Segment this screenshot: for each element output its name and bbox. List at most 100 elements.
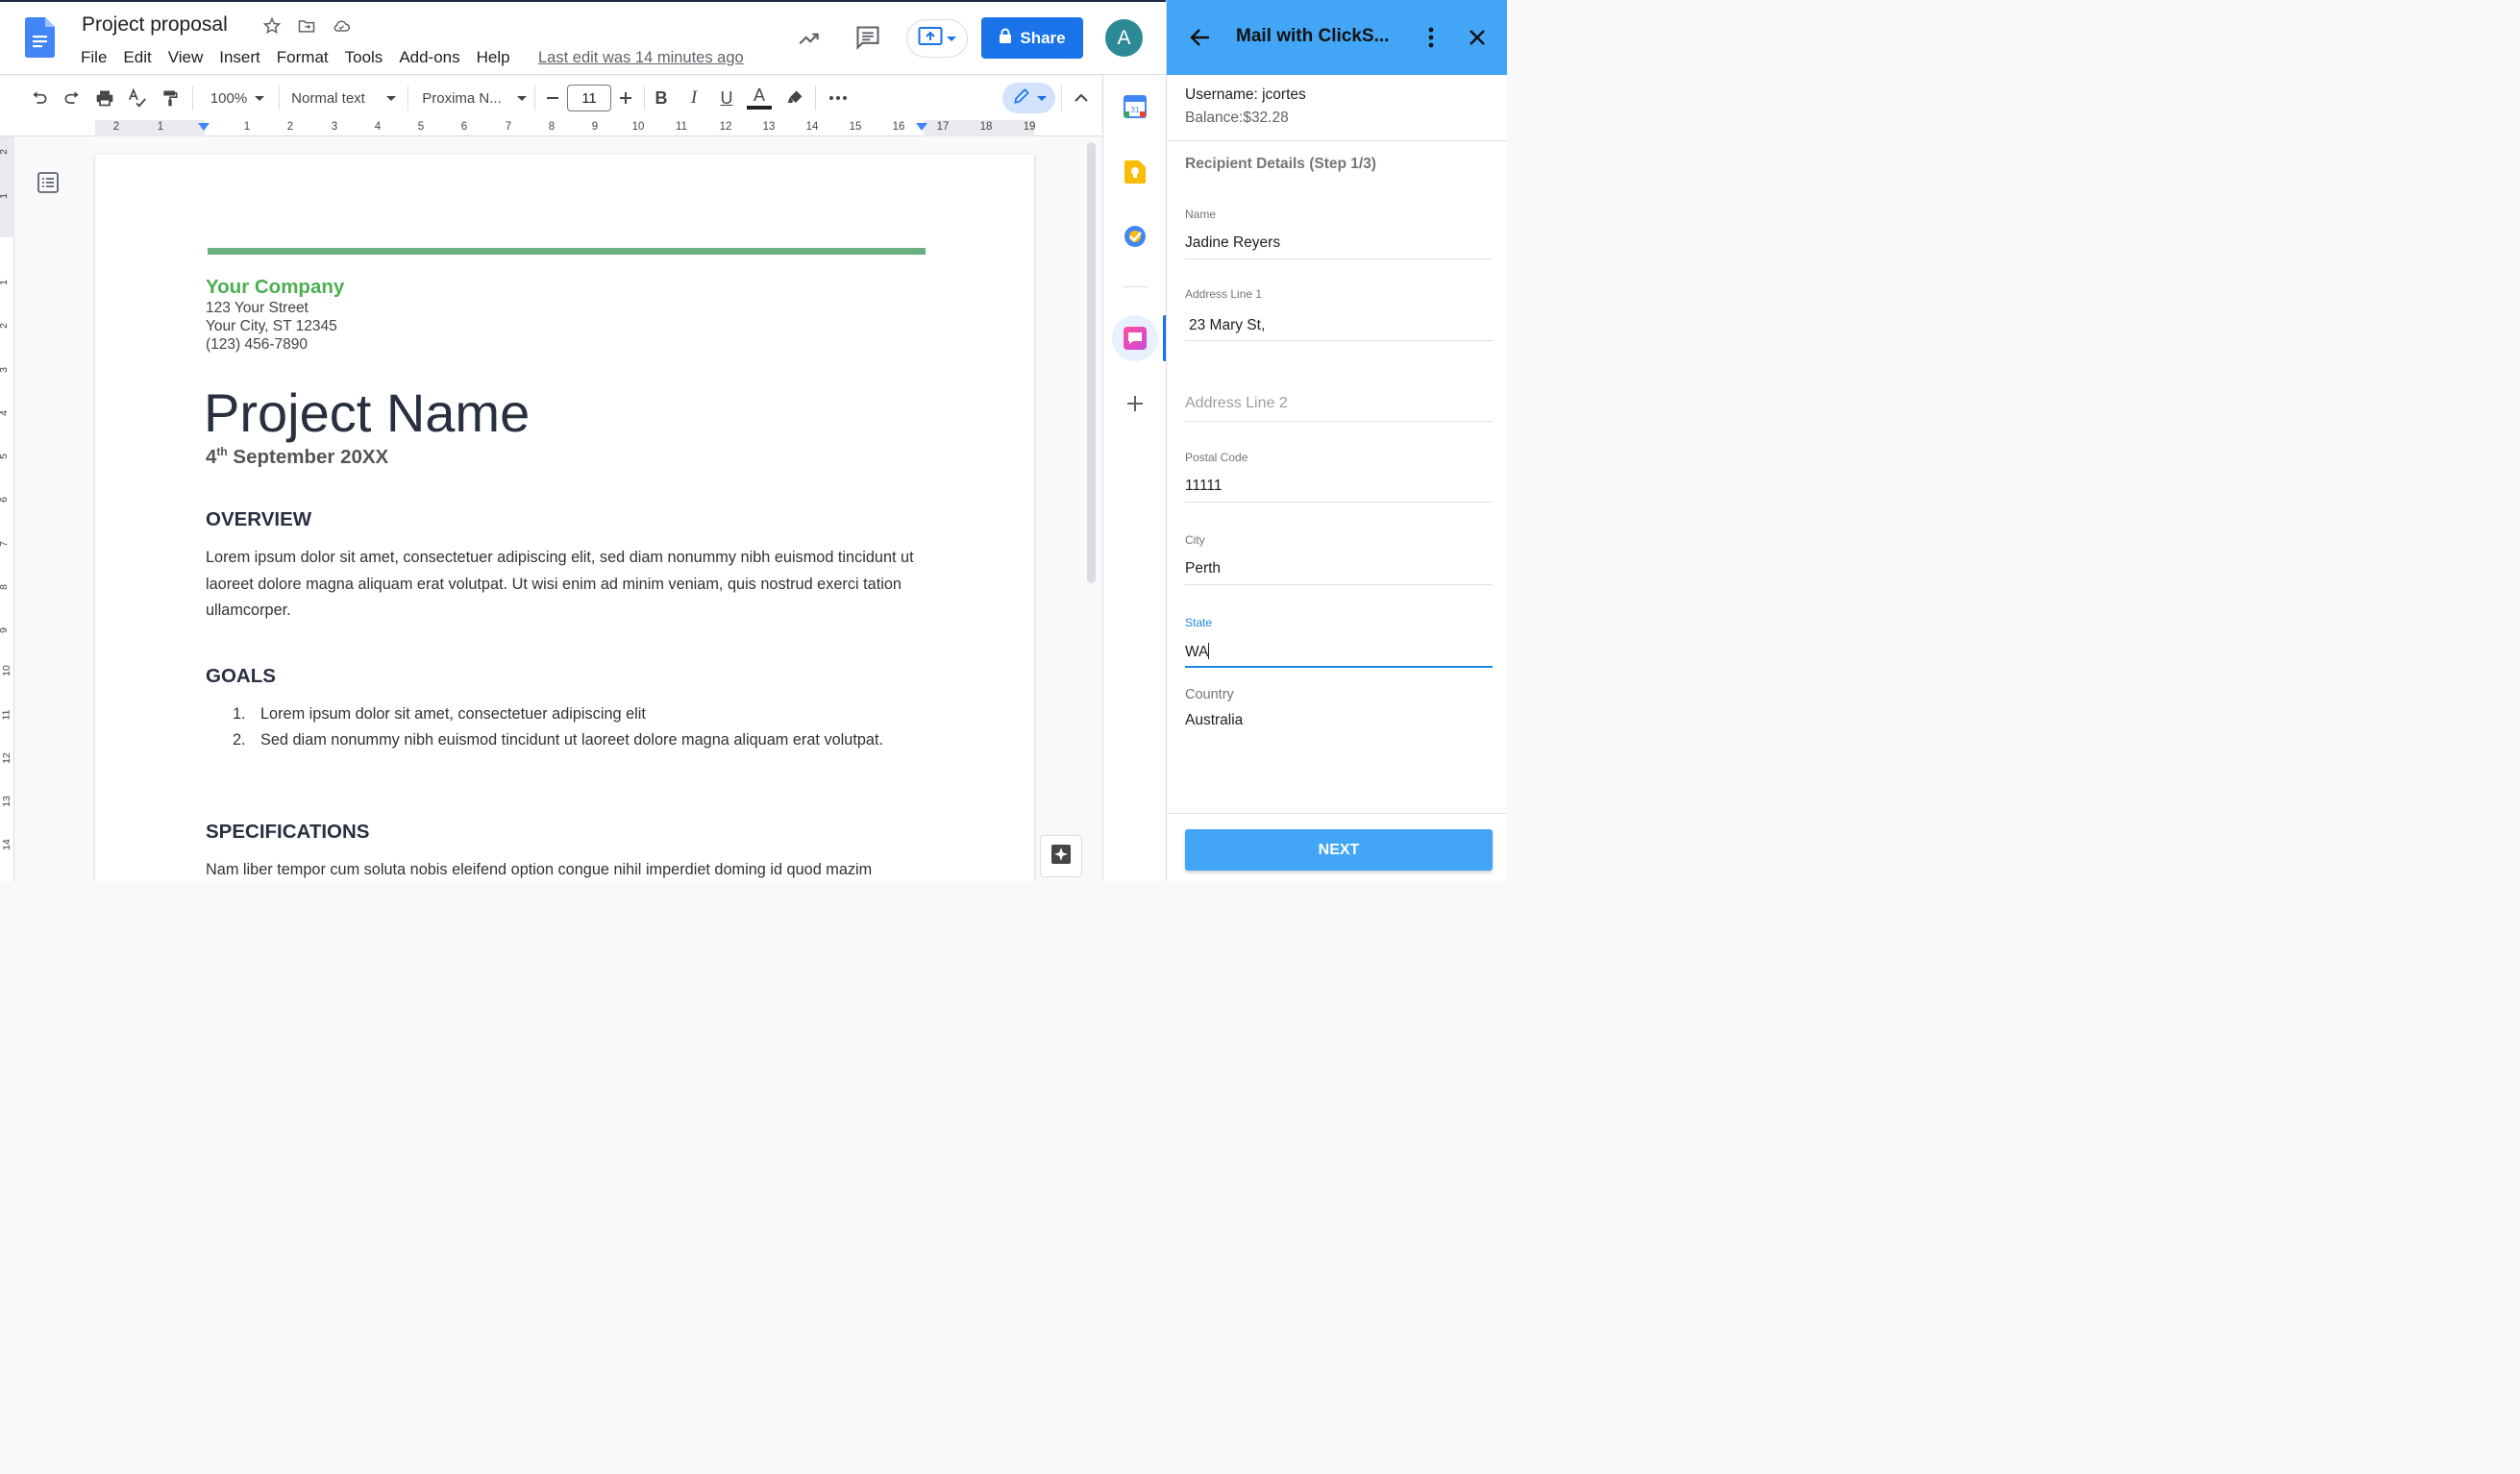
highlighter-icon[interactable] (782, 84, 807, 112)
kebab-menu-icon[interactable] (1419, 25, 1444, 50)
ruler-label: 2 (0, 323, 10, 329)
star-icon[interactable] (261, 15, 283, 37)
menu-addons[interactable]: Add-ons (399, 48, 467, 67)
address-line-1-field[interactable]: 23 Mary St, (1189, 317, 1265, 334)
field-underline (1185, 258, 1493, 259)
redo-icon[interactable] (60, 84, 85, 112)
font-family-select[interactable]: Proxima N... (419, 84, 530, 112)
present-button[interactable] (906, 19, 968, 58)
ruler-label: 12 (719, 121, 732, 133)
add-icon[interactable] (1123, 391, 1148, 416)
menu-edit[interactable]: Edit (123, 48, 159, 67)
italic-button[interactable]: I (682, 84, 705, 112)
ruler-label: 15 (849, 121, 862, 133)
pencil-icon (1012, 86, 1031, 111)
docs-header: Project proposal File Edit View Insert F… (0, 2, 1166, 75)
country-select[interactable]: Australia (1185, 712, 1243, 729)
panel-divider (1167, 813, 1507, 814)
plus-icon (620, 92, 631, 104)
name-field[interactable]: Jadine Reyers (1185, 234, 1280, 252)
decrease-font-size-button[interactable] (540, 84, 565, 112)
menu-view[interactable]: View (168, 48, 211, 67)
document-title[interactable]: Project proposal (82, 13, 228, 37)
toolbar-divider (644, 86, 645, 111)
text-color-swatch (747, 106, 772, 110)
clicksend-icon[interactable] (1123, 326, 1148, 351)
undo-icon[interactable] (27, 84, 52, 112)
menu-file[interactable]: File (81, 48, 114, 67)
menu-help[interactable]: Help (477, 48, 518, 67)
outline-icon[interactable] (37, 171, 60, 199)
project-name-heading: Project Name (204, 382, 531, 443)
ruler-label: 7 (505, 121, 512, 133)
share-button[interactable]: Share (981, 17, 1083, 59)
toolbar-divider (192, 86, 193, 111)
document-scrollbar[interactable] (1087, 142, 1096, 583)
chevron-down-icon (1036, 95, 1047, 101)
right-indent-marker[interactable] (916, 123, 927, 131)
ruler-label: 2 (286, 121, 294, 133)
avatar[interactable]: A (1105, 19, 1143, 57)
city-field[interactable]: Perth (1185, 560, 1221, 577)
font-family-value: Proxima N... (422, 89, 502, 107)
activity-trend-icon[interactable] (796, 25, 823, 52)
chevron-down-icon (385, 95, 396, 101)
keep-icon[interactable] (1123, 160, 1148, 184)
document-page[interactable]: Your Company 123 Your Street Your City, … (95, 155, 1034, 881)
ruler-scale: 2 1 1 2 3 4 5 6 7 8 9 10 11 12 13 14 15 … (95, 120, 1035, 136)
move-to-folder-icon[interactable] (296, 15, 317, 37)
ruler-label: 6 (460, 121, 468, 133)
overview-heading: OVERVIEW (206, 508, 312, 530)
calendar-icon[interactable]: 31 (1123, 94, 1148, 119)
ruler-label: 2 (0, 149, 10, 155)
zoom-value: 100% (210, 89, 248, 107)
collapse-icon[interactable] (1069, 84, 1094, 112)
state-label: State (1185, 616, 1213, 629)
print-icon[interactable] (92, 84, 117, 112)
docs-logo-icon[interactable] (25, 17, 55, 58)
cloud-saved-icon[interactable] (331, 15, 352, 37)
close-icon[interactable] (1465, 25, 1490, 50)
postal-code-label: Postal Code (1185, 451, 1248, 464)
menu-tools[interactable]: Tools (345, 48, 391, 67)
ruler-label: 10 (631, 121, 645, 133)
font-size-input[interactable]: 11 (567, 85, 611, 111)
zoom-select[interactable]: 100% (204, 84, 271, 112)
menu-format[interactable]: Format (277, 48, 336, 67)
ruler-label: 1 (243, 121, 251, 133)
ruler-label: 3 (331, 121, 338, 133)
underline-button[interactable]: U (715, 84, 738, 112)
paint-format-icon[interactable] (158, 84, 183, 112)
ruler-label: 14 (0, 839, 12, 850)
share-label: Share (1020, 28, 1066, 47)
spellcheck-icon[interactable] (125, 84, 150, 112)
left-indent-marker[interactable] (198, 123, 210, 131)
menubar: File Edit View Insert Format Tools Add-o… (81, 48, 527, 67)
ruler-label: 9 (0, 627, 10, 633)
address-line-2-field[interactable]: Address Line 2 (1185, 395, 1288, 412)
postal-code-field[interactable]: 11111 (1185, 478, 1223, 495)
svg-text:31: 31 (1131, 106, 1140, 114)
bold-button[interactable]: B (650, 84, 673, 112)
tasks-icon[interactable] (1123, 224, 1148, 249)
editing-mode-select[interactable] (1002, 83, 1055, 113)
ruler-label: 4 (0, 410, 10, 416)
paragraph-style-select[interactable]: Normal text (288, 84, 399, 112)
horizontal-ruler[interactable]: 2 1 1 2 3 4 5 6 7 8 9 10 11 12 13 14 15 … (0, 120, 1101, 136)
text-color-button[interactable]: A (746, 84, 773, 112)
back-arrow-icon[interactable] (1188, 25, 1213, 50)
company-street: 123 Your Street (206, 300, 309, 316)
next-button[interactable]: NEXT (1185, 829, 1493, 871)
goals-heading: GOALS (206, 665, 276, 687)
comments-icon[interactable] (853, 23, 882, 52)
more-icon[interactable] (825, 84, 852, 112)
menu-insert[interactable]: Insert (219, 48, 268, 67)
field-underline (1185, 584, 1493, 585)
state-field[interactable]: WA (1185, 643, 1210, 661)
ruler-label: 8 (0, 584, 10, 590)
last-edit-link[interactable]: Last edit was 14 minutes ago (538, 49, 744, 67)
ruler-label: 12 (0, 752, 12, 764)
explore-button[interactable] (1040, 835, 1082, 877)
vertical-ruler[interactable]: 2 1 1 2 3 4 5 6 7 8 9 10 11 12 13 14 (0, 136, 14, 881)
increase-font-size-button[interactable] (613, 84, 638, 112)
